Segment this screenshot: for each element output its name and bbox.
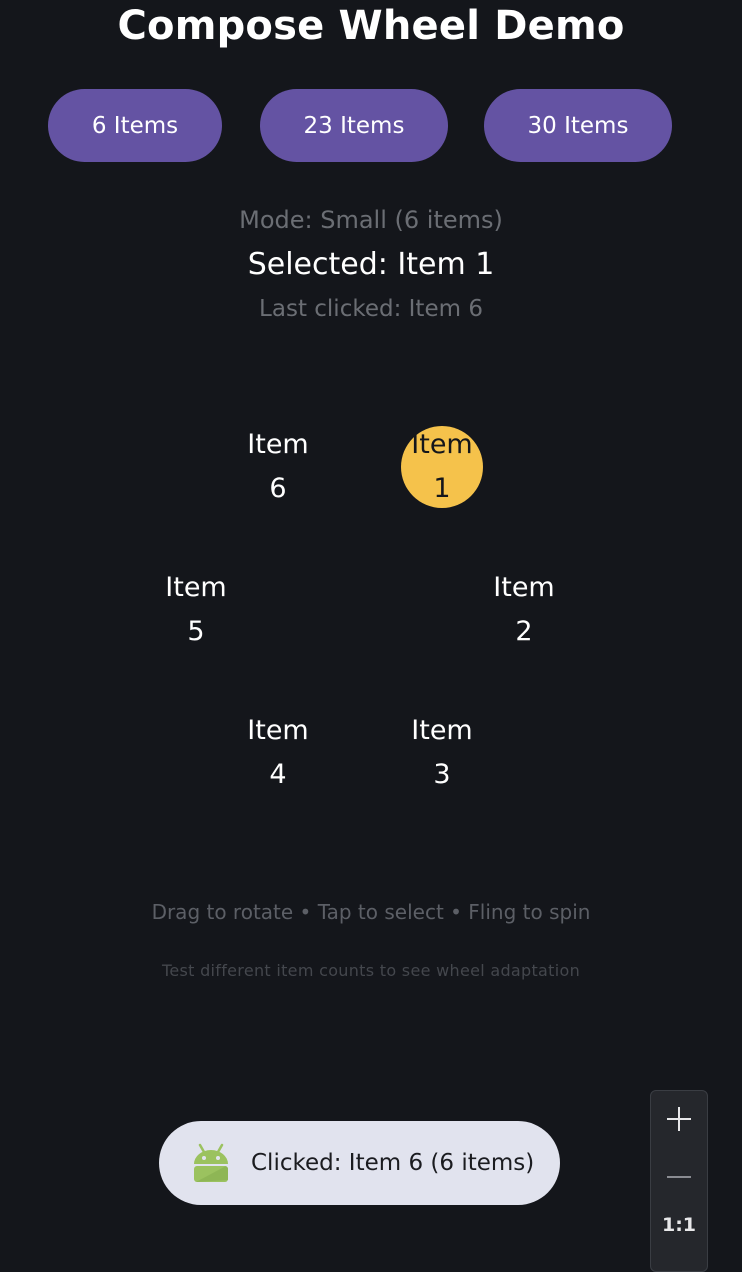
wheel-item-5[interactable]: Item 5 <box>155 569 237 651</box>
gesture-hint: Drag to rotate • Tap to select • Fling t… <box>151 900 591 924</box>
wheel-item-number: 1 <box>433 473 451 504</box>
wheel-item-label: Item <box>411 715 473 746</box>
wheel-item-label: Item <box>247 715 309 746</box>
wheel-item-1[interactable]: Item 1 <box>401 426 483 508</box>
minus-icon <box>665 1155 693 1188</box>
zoom-controls: 1:1 <box>650 1090 708 1272</box>
twenty-three-items-button[interactable]: 23 Items <box>260 89 448 162</box>
wheel-item-label: Item <box>165 572 227 603</box>
selected-text: Selected: Item 1 <box>247 247 495 282</box>
wheel-item-label: Item <box>493 572 555 603</box>
adaptation-hint: Test different item counts to see wheel … <box>161 961 581 980</box>
zoom-out-button[interactable] <box>651 1149 707 1193</box>
wheel-item-number: 4 <box>269 759 287 790</box>
wheel-item-number: 3 <box>433 759 451 790</box>
wheel-item-label: Item <box>247 429 309 460</box>
wheel-item-number: 2 <box>515 616 533 647</box>
app-title: Compose Wheel Demo <box>117 3 625 49</box>
wheel-item-3[interactable]: Item 3 <box>401 712 483 794</box>
toast-message: Clicked: Item 6 (6 items) <box>251 1150 535 1176</box>
six-items-button[interactable]: 6 Items <box>48 89 222 162</box>
last-clicked-text: Last clicked: Item 6 <box>259 296 483 322</box>
wheel-item-number: 5 <box>187 616 205 647</box>
wheel-item-2[interactable]: Item 2 <box>483 569 565 651</box>
thirty-items-button[interactable]: 30 Items <box>484 89 672 162</box>
wheel-item-label: Item <box>411 429 473 460</box>
plus-icon <box>665 1105 693 1138</box>
wheel-item-4[interactable]: Item 4 <box>237 712 319 794</box>
wheel-item-6[interactable]: Item 6 <box>237 426 319 508</box>
zoom-reset-button[interactable]: 1:1 <box>651 1203 707 1247</box>
mode-text: Mode: Small (6 items) <box>239 206 503 234</box>
zoom-in-button[interactable] <box>651 1099 707 1143</box>
android-icon <box>191 1142 231 1184</box>
wheel-item-number: 6 <box>269 473 287 504</box>
